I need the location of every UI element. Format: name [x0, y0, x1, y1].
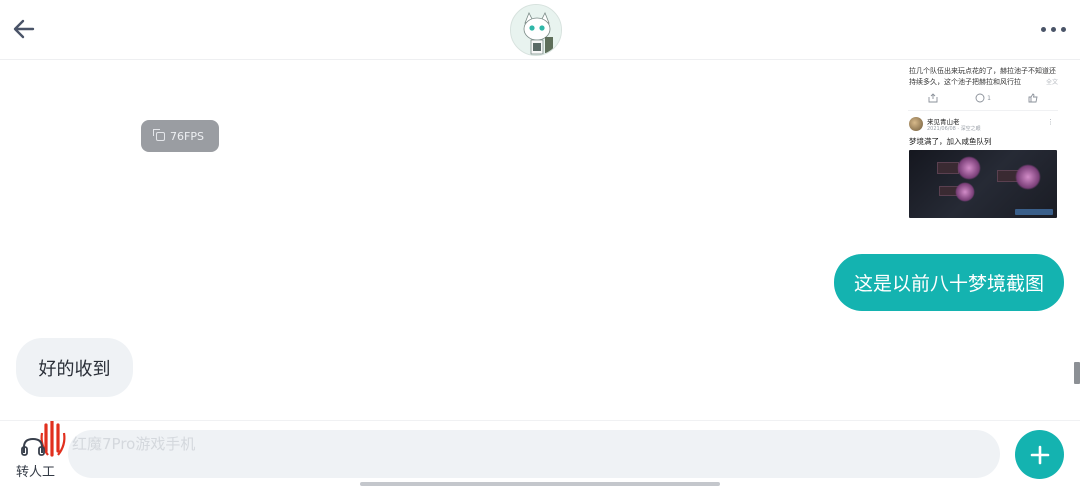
incoming-message-text: 好的收到: [38, 358, 111, 380]
fps-label: 76FPS: [170, 129, 204, 143]
post-text: 拉几个队伍出来玩点花的了，赫拉池子不知道还持续多久，这个池子把赫拉和风行拉: [909, 67, 1056, 86]
back-button[interactable]: [8, 12, 40, 46]
like-icon: [1028, 93, 1038, 103]
plus-icon: [1030, 445, 1049, 464]
home-indicator[interactable]: [360, 482, 720, 486]
post-user-avatar: [909, 117, 923, 131]
incoming-message-bubble[interactable]: 好的收到: [16, 338, 133, 397]
input-bar: 转人工 红魔7Pro游戏手机: [0, 420, 1080, 486]
fps-overlay[interactable]: 76FPS: [141, 120, 219, 152]
scrollbar-thumb[interactable]: [1074, 362, 1080, 384]
post-more-link: 全文: [1045, 79, 1058, 86]
chat-screen: 76FPS 拉几个队伍出来玩点花的了，赫拉池子不知道还持续多久，这个池子把赫拉和…: [0, 0, 1080, 486]
more-dot: [1060, 26, 1066, 32]
add-button[interactable]: [1015, 430, 1064, 479]
post-divider: [908, 110, 1058, 111]
post-kebab-icon: ⋮: [1047, 118, 1054, 126]
screenshot-button: [1015, 209, 1053, 215]
outgoing-message-bubble[interactable]: 这是以前八十梦境截图: [834, 254, 1064, 311]
message-input[interactable]: 红魔7Pro游戏手机: [68, 430, 1000, 478]
transfer-to-human-button[interactable]: 转人工: [12, 421, 66, 481]
outgoing-message-text: 这是以前八十梦境截图: [853, 273, 1044, 295]
input-watermark-text: 红魔7Pro游戏手机: [72, 435, 196, 453]
comment-group: 1: [975, 93, 991, 103]
post-game-screenshot: [909, 150, 1057, 218]
image-message[interactable]: 拉几个队伍出来玩点花的了，赫拉池子不知道还持续多久，这个池子把赫拉和风行拉 全文…: [898, 60, 1066, 228]
screenshot-figure: [1015, 164, 1041, 190]
screenshot-card: [937, 162, 959, 174]
more-dot: [1050, 26, 1056, 32]
screenshot-figure: [955, 182, 975, 202]
comment-icon: [975, 93, 985, 103]
post-body: 梦境满了，加入咸鱼队列: [909, 137, 992, 146]
transfer-label: 转人工: [16, 465, 56, 480]
screenshot-figure: [957, 156, 981, 180]
arrow-left-icon: [13, 19, 35, 39]
comment-count: 1: [987, 94, 991, 102]
headset-icon: [21, 437, 45, 456]
post-actions: 1: [908, 92, 1058, 104]
more-dot: [1040, 26, 1046, 32]
agent-avatar[interactable]: [510, 4, 562, 56]
share-icon: [928, 93, 938, 103]
more-options-button[interactable]: [1034, 18, 1072, 40]
chat-header: [0, 0, 1080, 60]
copy-icon: [153, 128, 166, 141]
post-user-meta: 2021/06/08 · 深空之眼: [927, 126, 981, 132]
bot-avatar-icon: [511, 5, 561, 55]
